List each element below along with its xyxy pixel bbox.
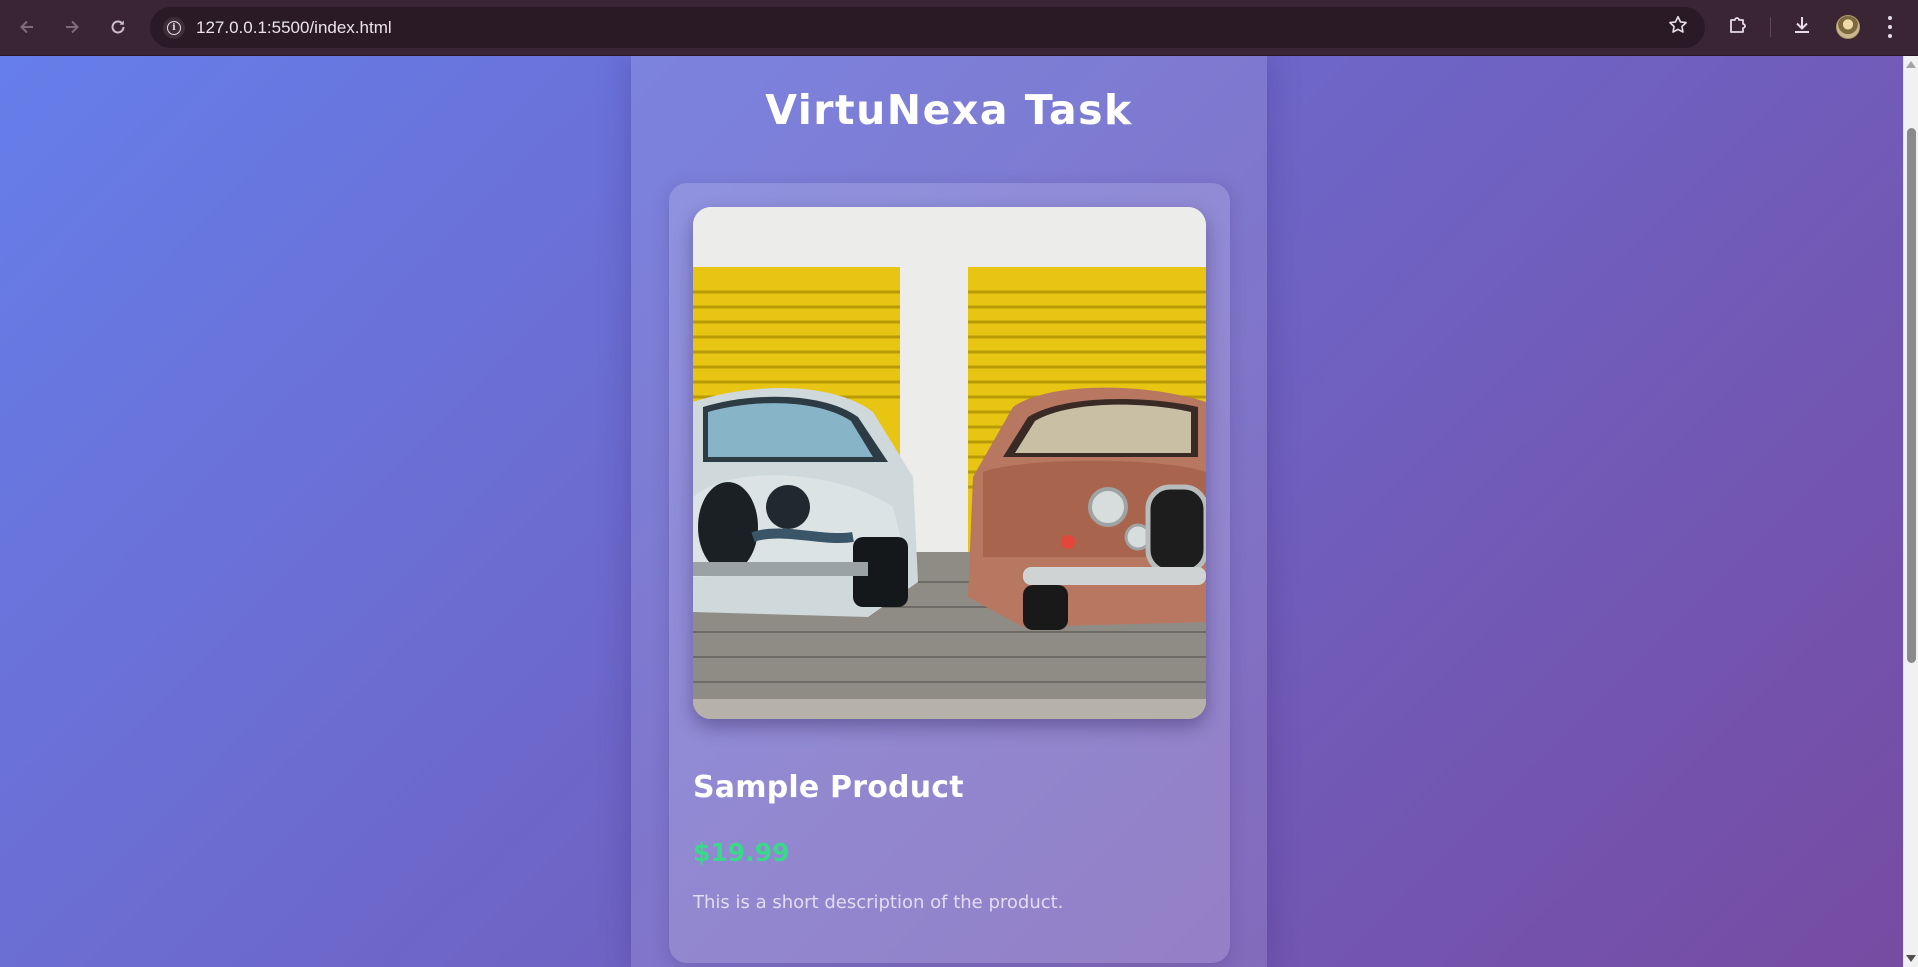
address-bar[interactable]: i 127.0.0.1:5500/index.html: [150, 7, 1705, 48]
vertical-scrollbar[interactable]: [1903, 56, 1918, 967]
forward-icon[interactable]: [57, 12, 87, 42]
product-price: $19.99: [693, 838, 790, 867]
product-image: [693, 207, 1206, 719]
menu-icon[interactable]: [1888, 16, 1892, 38]
scroll-down-icon[interactable]: [1906, 955, 1916, 962]
main-container: VirtuNexa Task Sample Product $19.99 Thi…: [631, 56, 1267, 967]
download-icon[interactable]: [1790, 13, 1814, 46]
page-viewport: VirtuNexa Task Sample Product $19.99 Thi…: [0, 56, 1903, 967]
profile-avatar[interactable]: [1836, 15, 1860, 39]
product-description: This is a short description of the produ…: [693, 892, 1064, 913]
bookmark-star-icon[interactable]: [1667, 14, 1689, 42]
toolbar-divider: [1770, 17, 1771, 37]
page-title: VirtuNexa Task: [765, 86, 1133, 134]
product-card: Sample Product $19.99 This is a short de…: [669, 183, 1230, 963]
extensions-icon[interactable]: [1726, 13, 1750, 46]
scroll-up-icon[interactable]: [1906, 61, 1916, 68]
site-info-icon[interactable]: i: [163, 16, 185, 39]
url-text[interactable]: 127.0.0.1:5500/index.html: [196, 18, 392, 38]
reload-icon[interactable]: [103, 12, 133, 42]
scroll-thumb[interactable]: [1907, 128, 1916, 663]
product-name: Sample Product: [693, 770, 964, 805]
back-icon[interactable]: [12, 12, 42, 42]
browser-toolbar: i 127.0.0.1:5500/index.html: [0, 0, 1918, 56]
